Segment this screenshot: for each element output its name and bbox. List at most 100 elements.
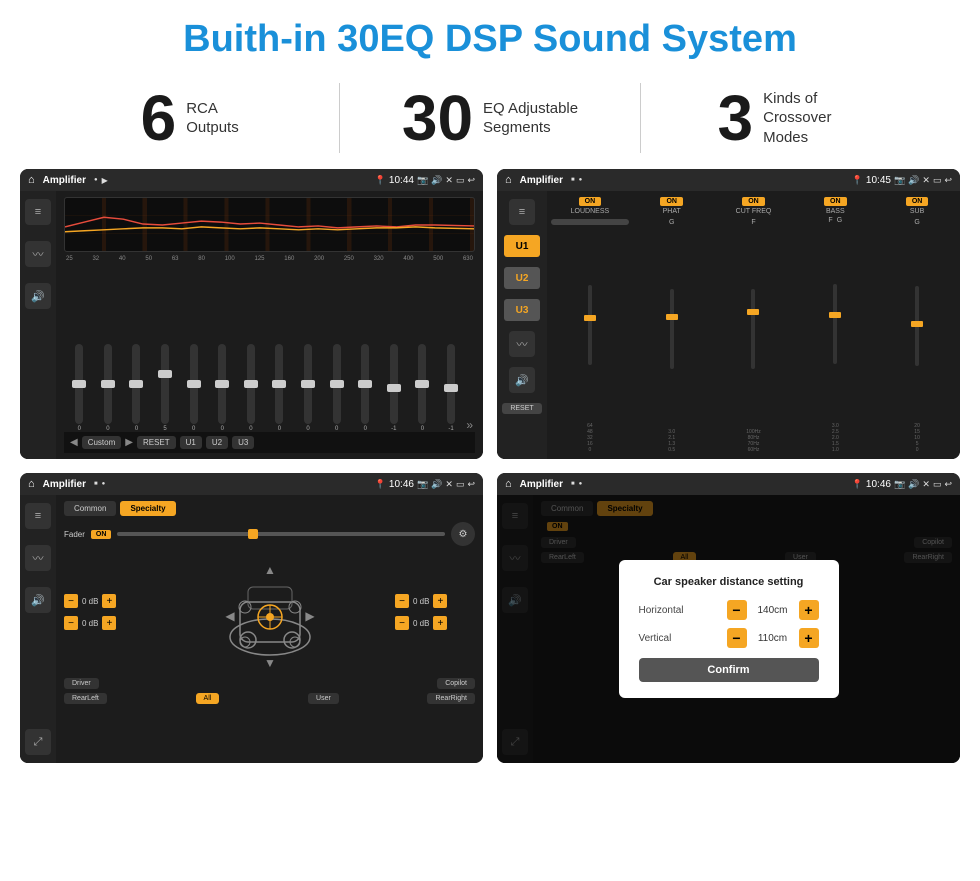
eq-sliders-container: 0 0 0 5 [64, 266, 475, 432]
loudness-on-btn[interactable]: ON [579, 197, 602, 206]
slider-track-10[interactable] [361, 344, 369, 424]
horizontal-row: Horizontal − 140cm + [639, 600, 819, 620]
home-icon-2: ⌂ [505, 174, 512, 186]
reset-btn-screen2[interactable]: RESET [502, 403, 541, 414]
loudness-slider[interactable] [551, 219, 629, 225]
slider-track-9[interactable] [333, 344, 341, 424]
speaker-diagram: − 0 dB + − 0 dB + [64, 552, 475, 672]
screen-fader: ⌂ Amplifier ■ ● 📍 10:46 📷 🔊 ✕ ▭ ↩ ≡ 〰 [20, 473, 483, 763]
slider-track-12[interactable] [418, 344, 426, 424]
reset-btn-screen1[interactable]: RESET [137, 436, 176, 449]
horizontal-plus-btn[interactable]: + [799, 600, 819, 620]
speaker-main: Common Specialty Fader ON ⚙ [56, 495, 483, 763]
screen1-side-icons: ≡ 〰 🔊 [20, 191, 56, 459]
slider-thumb-5 [215, 380, 229, 388]
camera-icon-2: 📷 [894, 175, 905, 186]
copilot-btn[interactable]: Copilot [437, 678, 475, 689]
wave-icon-3[interactable]: 〰 [25, 545, 51, 571]
slider-thumb-13 [444, 384, 458, 392]
expand-icon-3[interactable]: ⤢ [25, 729, 51, 755]
horizontal-minus-btn[interactable]: − [727, 600, 747, 620]
phat-on-btn[interactable]: ON [660, 197, 683, 206]
minus-btn-2[interactable]: − [64, 616, 78, 630]
rearleft-btn[interactable]: RearLeft [64, 693, 107, 704]
u2-side-btn[interactable]: U2 [504, 267, 540, 289]
vertical-minus-btn[interactable]: − [727, 628, 747, 648]
bass-fader-thumb [829, 312, 841, 318]
all-btn[interactable]: All [196, 693, 220, 704]
home-icon-4: ⌂ [505, 478, 512, 490]
vertical-plus-btn[interactable]: + [799, 628, 819, 648]
slider-track-0[interactable] [75, 344, 83, 424]
speaker-icon-2[interactable]: 🔊 [509, 367, 535, 393]
rearright-btn[interactable]: RearRight [427, 693, 475, 704]
u3-side-btn[interactable]: U3 [504, 299, 540, 321]
loudness-fader[interactable] [588, 285, 592, 365]
custom-btn[interactable]: Custom [82, 436, 122, 449]
screen3-content: ≡ 〰 🔊 ⤢ Common Specialty Fader ON [20, 495, 483, 763]
screen2-time: 10:45 [866, 175, 891, 186]
bass-freq: 3.02.52.01.51.0 [832, 423, 839, 453]
slider-track-5[interactable] [218, 344, 226, 424]
eq-icon-3[interactable]: ≡ [25, 503, 51, 529]
slider-track-4[interactable] [190, 344, 198, 424]
vol-value-1: 0 dB [82, 597, 98, 606]
eq-icon[interactable]: ≡ [25, 199, 51, 225]
wave-icon[interactable]: 〰 [25, 241, 51, 267]
slider-track-3[interactable] [161, 344, 169, 424]
dialog-overlay: Car speaker distance setting Horizontal … [497, 495, 960, 763]
fader-on-btn[interactable]: ON [91, 530, 112, 539]
camera-icon-4: 📷 [894, 479, 905, 490]
slider-track-1[interactable] [104, 344, 112, 424]
speaker-icon-3[interactable]: 🔊 [25, 587, 51, 613]
screen1-status-icons: 📍 10:44 📷 🔊 ✕ ▭ ↩ [375, 175, 475, 186]
bass-on-btn[interactable]: ON [824, 197, 847, 206]
vol-value-3: 0 dB [413, 597, 429, 606]
minus-btn-1[interactable]: − [64, 594, 78, 608]
u2-btn-screen1[interactable]: U2 [206, 436, 228, 449]
slider-thumb-12 [415, 380, 429, 388]
slider-track-2[interactable] [132, 344, 140, 424]
plus-btn-4[interactable]: + [433, 616, 447, 630]
slider-track-8[interactable] [304, 344, 312, 424]
confirm-button[interactable]: Confirm [639, 658, 819, 682]
crossover-main: ON LOUDNESS 644832160 ON PHAT G [547, 191, 960, 459]
slider-track-7[interactable] [275, 344, 283, 424]
common-tab[interactable]: Common [64, 501, 116, 516]
sub-on-btn[interactable]: ON [906, 197, 929, 206]
screen4-app-title: Amplifier [520, 479, 563, 490]
screen1-content: ≡ 〰 🔊 25 32 40 [20, 191, 483, 459]
u3-btn-screen1[interactable]: U3 [232, 436, 254, 449]
slider-track-13[interactable] [447, 344, 455, 424]
u1-btn-screen1[interactable]: U1 [180, 436, 202, 449]
phat-fader[interactable] [670, 289, 674, 369]
pin-icon: 📍 [375, 175, 386, 186]
loudness-label: LOUDNESS [571, 208, 610, 215]
slider-track-11[interactable] [390, 344, 398, 424]
stat-crossover-number: 3 [718, 86, 754, 150]
cutfreq-on-btn[interactable]: ON [742, 197, 765, 206]
user-btn[interactable]: User [308, 693, 339, 704]
svg-text:▶: ▶ [305, 609, 315, 623]
slider-track-6[interactable] [247, 344, 255, 424]
u1-side-btn[interactable]: U1 [504, 235, 540, 257]
screen4-status-bar: ⌂ Amplifier ■ ● 📍 10:46 📷 🔊 ✕ ▭ ↩ [497, 473, 960, 495]
bass-label: BASS [826, 208, 845, 215]
plus-btn-3[interactable]: + [433, 594, 447, 608]
specialty-tab[interactable]: Specialty [120, 501, 175, 516]
minus-btn-4[interactable]: − [395, 616, 409, 630]
page-title: Buith-in 30EQ DSP Sound System [0, 0, 980, 73]
settings-icon-3[interactable]: ⚙ [451, 522, 475, 546]
driver-btn[interactable]: Driver [64, 678, 99, 689]
plus-btn-1[interactable]: + [102, 594, 116, 608]
sub-fader[interactable] [915, 286, 919, 366]
eq-icon-2[interactable]: ≡ [509, 199, 535, 225]
cutfreq-fader[interactable] [751, 289, 755, 369]
prev-arrow[interactable]: ◀ [70, 437, 78, 448]
next-arrow[interactable]: ▶ [125, 437, 133, 448]
wave-icon-2[interactable]: 〰 [509, 331, 535, 357]
plus-btn-2[interactable]: + [102, 616, 116, 630]
bass-fader[interactable] [833, 284, 837, 364]
speaker-icon[interactable]: 🔊 [25, 283, 51, 309]
minus-btn-3[interactable]: − [395, 594, 409, 608]
